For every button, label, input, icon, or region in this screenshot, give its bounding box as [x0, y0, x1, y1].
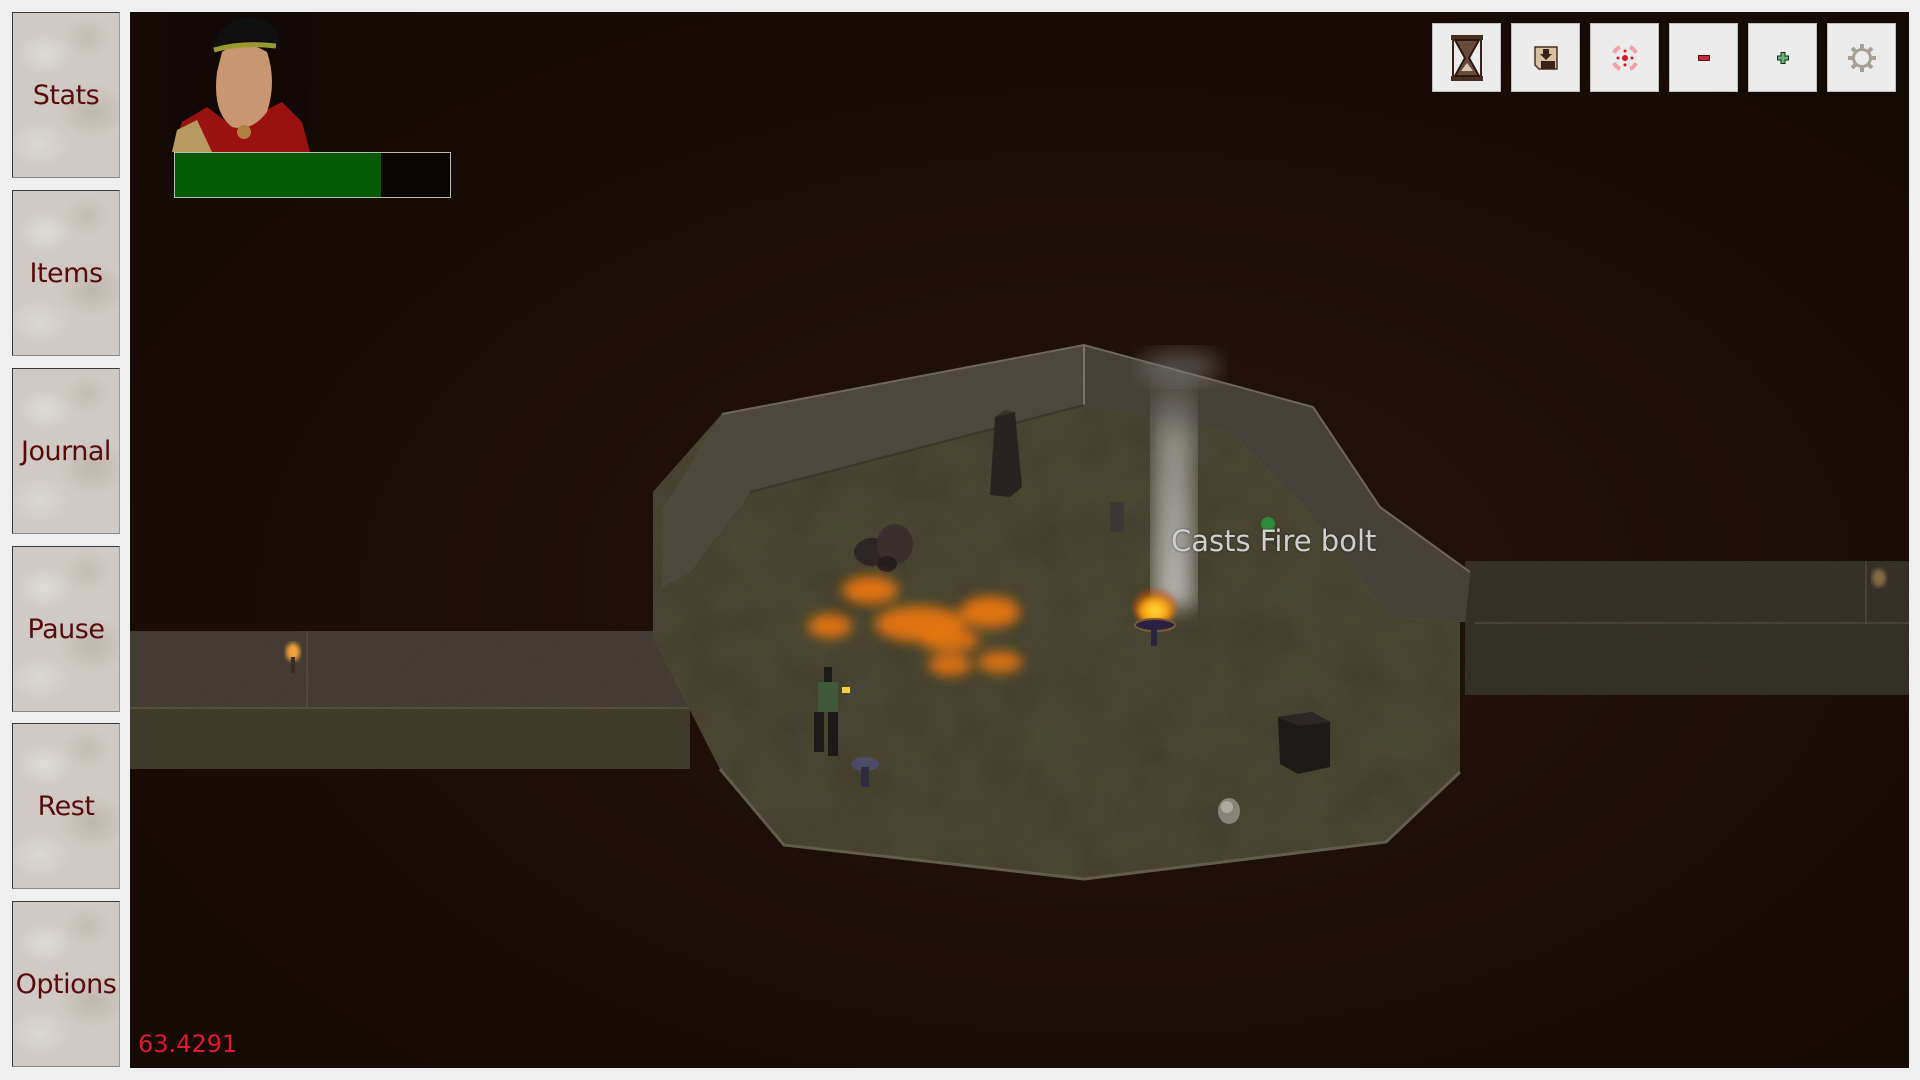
- save-icon: [1533, 45, 1558, 70]
- health-bar-fill: [175, 153, 382, 197]
- crosshair-icon: [1611, 44, 1638, 71]
- pause-button[interactable]: Pause: [12, 546, 120, 712]
- minus-icon: [1697, 54, 1710, 61]
- hero-portrait[interactable]: [172, 12, 310, 152]
- options-button-label: Options: [15, 968, 117, 1000]
- dark-crate: [1278, 712, 1330, 774]
- center-view-button[interactable]: [1590, 23, 1659, 92]
- save-button[interactable]: [1511, 23, 1580, 92]
- journal-button[interactable]: Journal: [12, 368, 120, 534]
- stone-item[interactable]: [1218, 798, 1240, 824]
- items-button-label: Items: [29, 257, 103, 289]
- gear-icon: [1847, 43, 1876, 72]
- stats-button[interactable]: Stats: [12, 12, 120, 178]
- small-pillar: [1110, 502, 1124, 532]
- options-button[interactable]: Options: [12, 901, 120, 1067]
- pause-button-label: Pause: [27, 613, 105, 645]
- settings-button[interactable]: [1827, 23, 1896, 92]
- combat-floating-text: Casts Fire bolt: [1171, 524, 1377, 558]
- game-viewport[interactable]: Casts Fire bolt 63.4291: [130, 12, 1909, 1068]
- right-corridor: [1465, 561, 1909, 695]
- fps-counter: 63.4291: [138, 1030, 238, 1058]
- zoom-in-button[interactable]: [1748, 23, 1817, 92]
- zoom-out-button[interactable]: [1669, 23, 1738, 92]
- wall-torch-right: [1872, 569, 1886, 587]
- journal-button-label: Journal: [21, 435, 111, 467]
- rest-button[interactable]: Rest: [12, 723, 120, 889]
- plus-icon: [1776, 51, 1789, 64]
- health-bar: [174, 152, 451, 198]
- items-button[interactable]: Items: [12, 190, 120, 356]
- left-corridor: [130, 631, 690, 769]
- rest-button-label: Rest: [37, 790, 95, 822]
- hourglass-icon: [1450, 34, 1483, 81]
- stats-button-label: Stats: [32, 79, 100, 111]
- wait-button[interactable]: [1432, 23, 1501, 92]
